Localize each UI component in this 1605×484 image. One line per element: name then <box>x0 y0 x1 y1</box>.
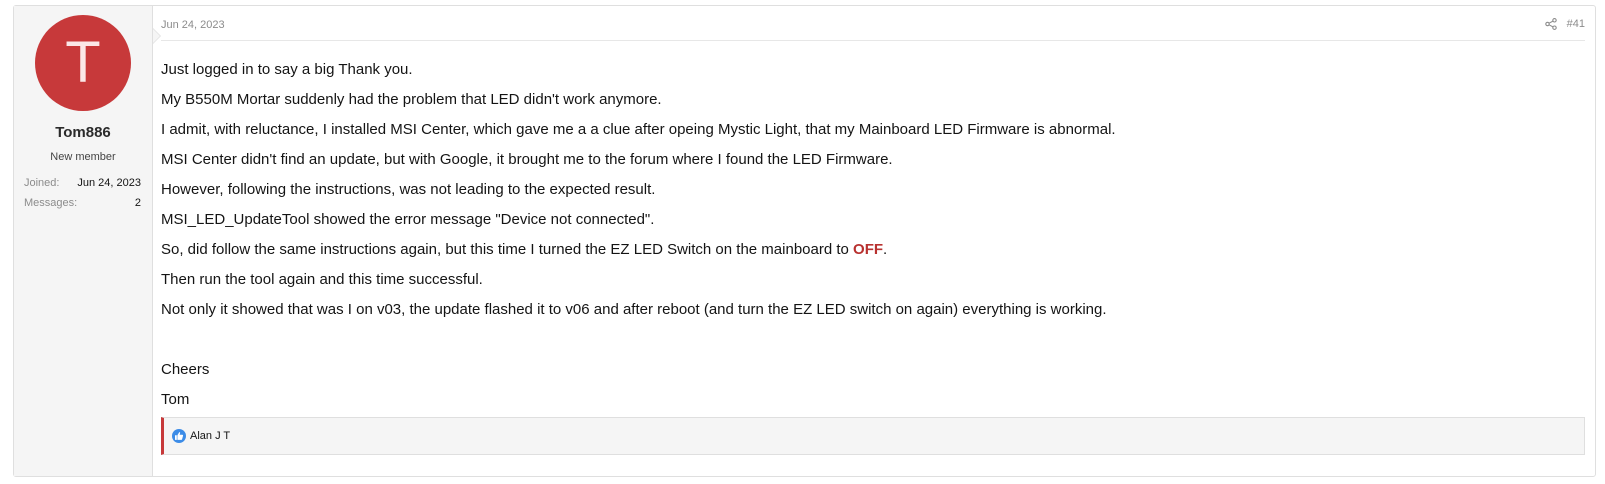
like-icon <box>172 429 186 443</box>
post-line: Then run the tool again and this time su… <box>161 271 483 288</box>
post-line: MSI_LED_UpdateTool showed the error mess… <box>161 211 655 228</box>
post-number-link[interactable]: #41 <box>1567 18 1585 30</box>
joined-label: Joined: <box>24 177 60 189</box>
post-line: Tom <box>161 391 190 408</box>
user-info-panel: T Tom886 New member Joined: Jun 24, 2023… <box>14 6 161 476</box>
post-line: MSI Center didn't find an update, but wi… <box>161 151 893 168</box>
post-line: I admit, with reluctance, I installed MS… <box>161 121 1116 138</box>
post-line: However, following the instructions, was… <box>161 181 656 198</box>
messages-label: Messages: <box>24 197 78 209</box>
post-body: Just logged in to say a big Thank you. M… <box>161 55 1585 415</box>
post-line: Just logged in to say a big Thank you. <box>161 61 413 78</box>
messages-value: 2 <box>134 197 141 209</box>
joined-row: Joined: Jun 24, 2023 <box>24 177 141 189</box>
forum-post: T Tom886 New member Joined: Jun 24, 2023… <box>13 5 1596 477</box>
post-line: Not only it showed that was I on v03, th… <box>161 301 1107 318</box>
share-icon[interactable] <box>1544 18 1557 30</box>
username-link[interactable]: Tom886 <box>14 124 152 141</box>
off-highlight: OFF <box>853 241 884 258</box>
avatar[interactable]: T <box>35 15 131 111</box>
joined-value: Jun 24, 2023 <box>77 177 141 189</box>
reactions-bar: Alan J T <box>161 417 1585 455</box>
post-date-link[interactable]: Jun 24, 2023 <box>161 19 225 31</box>
post-header: Jun 24, 2023 #41 <box>161 6 1585 41</box>
post-line-off: So, did follow the same instructions aga… <box>161 235 1585 265</box>
post-line: My B550M Mortar suddenly had the problem… <box>161 91 662 108</box>
post-line-text: So, did follow the same instructions aga… <box>161 241 854 258</box>
post-line-suffix: . <box>883 241 888 258</box>
post-main: Jun 24, 2023 #41 Just logged in to say a… <box>153 6 1595 476</box>
post-actions: #41 <box>1544 18 1585 30</box>
reaction-users-link[interactable]: Alan J T <box>190 430 230 442</box>
messages-row: Messages: 2 <box>24 197 141 209</box>
user-title: New member <box>50 151 116 163</box>
post-line: Cheers <box>161 361 210 378</box>
